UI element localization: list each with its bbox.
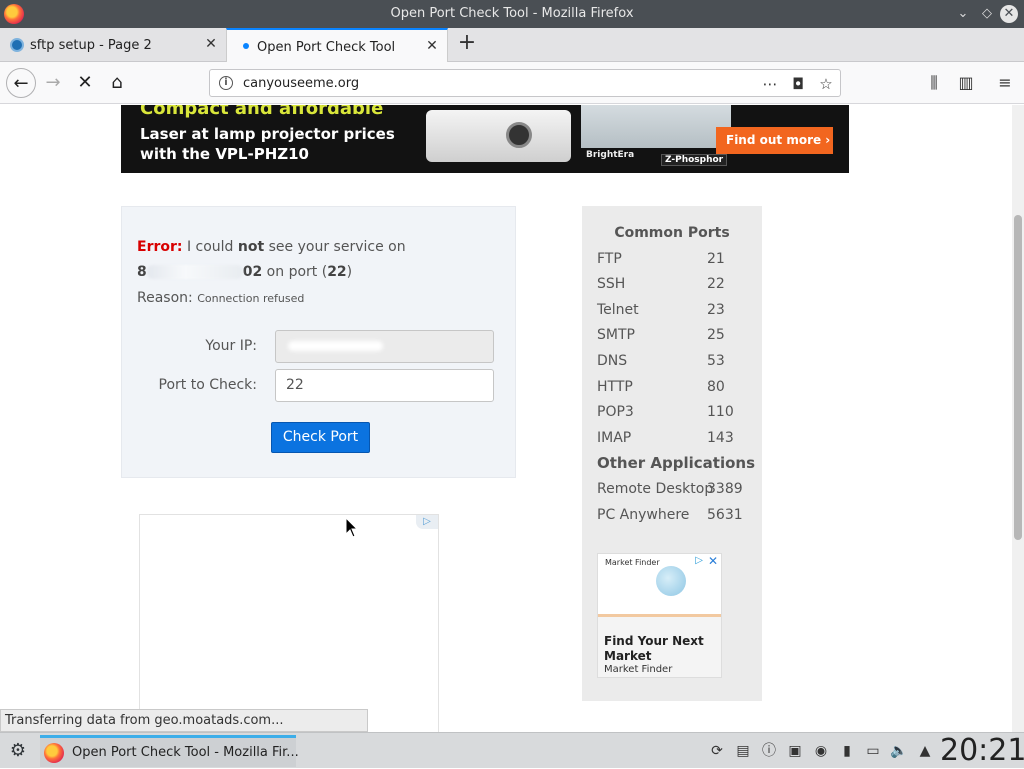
task-label: Open Port Check Tool - Mozilla Fir... xyxy=(72,745,299,760)
taskbar: ⚙ Open Port Check Tool - Mozilla Fir... … xyxy=(0,732,1024,768)
new-tab-button[interactable]: + xyxy=(455,32,479,56)
adchoices-icon[interactable]: ▷ xyxy=(695,555,703,566)
taskbar-firefox-task[interactable]: Open Port Check Tool - Mozilla Fir... xyxy=(40,735,299,767)
library-icon[interactable]: ⫼ xyxy=(922,72,946,96)
redacted-ip xyxy=(288,341,383,351)
adchoices-icon[interactable]: ▷ xyxy=(416,515,438,529)
url-bar[interactable]: i canyouseeme.org ⋯ ◘ ☆ xyxy=(209,69,841,97)
home-button[interactable]: ⌂ xyxy=(102,68,132,98)
your-ip-field[interactable] xyxy=(275,330,494,363)
network-icon[interactable]: ▭ xyxy=(864,742,882,760)
expand-tray-icon[interactable]: ▲ xyxy=(916,742,934,760)
side-ad[interactable]: Market Finder ▷ ✕ Find Your Next Market … xyxy=(597,553,722,678)
port-check-panel: Error: I could not see your service on 8… xyxy=(121,206,516,478)
site-favicon-icon xyxy=(10,38,24,52)
menu-hamburger-icon[interactable]: ≡ xyxy=(993,72,1017,96)
pocket-icon[interactable]: ◘ xyxy=(788,74,808,94)
maximize-icon[interactable]: ◇ xyxy=(978,5,996,23)
volume-icon[interactable]: 🔈 xyxy=(890,742,908,760)
find-out-more-button[interactable]: Find out more › xyxy=(716,127,833,154)
brightera-logo: BrightEra xyxy=(586,150,635,160)
info-tray-icon[interactable]: ⓘ xyxy=(760,742,778,760)
banner-headline: Compact and affordable xyxy=(140,105,384,119)
page-actions-icon[interactable]: ⋯ xyxy=(760,74,780,94)
error-message: Error: I could not see your service on xyxy=(137,239,406,255)
updates-icon[interactable]: ⟳ xyxy=(708,742,726,760)
page-content: Compact and affordable Laser at lamp pro… xyxy=(0,105,1012,732)
clipboard-icon[interactable]: ▤ xyxy=(734,742,752,760)
banner-line-2: with the VPL-PHZ10 xyxy=(140,145,309,163)
bookmark-star-icon[interactable]: ☆ xyxy=(816,74,836,94)
check-port-button[interactable]: Check Port xyxy=(271,422,370,453)
forward-button[interactable]: → xyxy=(38,68,68,98)
reason-line: Reason: Connection refused xyxy=(137,290,304,306)
tab-sftp-setup[interactable]: sftp setup - Page 2 ✕ xyxy=(0,28,226,62)
application-launcher-icon[interactable]: ⚙ xyxy=(8,741,28,761)
close-ad-icon[interactable]: ✕ xyxy=(708,554,718,568)
window-titlebar: Open Port Check Tool - Mozilla Firefox ⌄… xyxy=(0,0,1024,28)
your-ip-label: Your IP: xyxy=(205,338,257,354)
other-applications-title: Other Applications xyxy=(597,454,755,472)
scrollbar-thumb[interactable] xyxy=(1014,215,1022,540)
clock[interactable]: 20:21 xyxy=(940,733,1024,769)
sidebar-icon[interactable]: ▥ xyxy=(954,72,978,96)
tab-bar: sftp setup - Page 2 ✕ Open Port Check To… xyxy=(0,28,1024,62)
mouse-cursor-icon xyxy=(345,517,359,538)
close-tab-icon[interactable]: ✕ xyxy=(425,39,439,53)
side-ad-title: Find Your Next Market xyxy=(604,634,704,663)
side-ad-brand: Market Finder xyxy=(605,558,660,567)
classroom-image xyxy=(581,105,731,148)
battery-icon[interactable]: ▮ xyxy=(838,742,856,760)
banner-line-1: Laser at lamp projector prices xyxy=(140,125,395,143)
side-ad-source: Market Finder xyxy=(604,664,673,675)
zphosphor-logo: Z-Phosphor xyxy=(661,154,728,166)
reason-label: Reason: xyxy=(137,290,193,306)
ip-port-line: 8 02 on port (22) xyxy=(137,264,353,280)
stop-loading-button[interactable]: ✕ xyxy=(70,68,100,98)
notifications-icon[interactable]: ▣ xyxy=(786,742,804,760)
minimize-icon[interactable]: ⌄ xyxy=(954,5,972,23)
error-label: Error: xyxy=(137,239,183,255)
close-tab-icon[interactable]: ✕ xyxy=(204,37,218,51)
back-button[interactable]: ← xyxy=(6,68,36,98)
tab-open-port-check[interactable]: Open Port Check Tool ✕ xyxy=(226,28,448,62)
side-ad-image: Market Finder ▷ ✕ xyxy=(598,554,721,617)
redacted-ip xyxy=(146,265,243,279)
window-title: Open Port Check Tool - Mozilla Firefox xyxy=(390,6,634,21)
navigation-toolbar: ← → ✕ ⌂ i canyouseeme.org ⋯ ◘ ☆ ⫼ ▥ ≡ xyxy=(0,62,1024,104)
ip-lead: 8 xyxy=(137,264,147,280)
ad-placeholder[interactable]: ▷ xyxy=(139,514,439,732)
port-input[interactable]: 22 xyxy=(275,369,494,402)
firefox-icon xyxy=(44,743,64,763)
projector-image xyxy=(426,110,571,162)
port-to-check-label: Port to Check: xyxy=(158,377,258,393)
reason-value: Connection refused xyxy=(197,292,305,305)
banner-ad[interactable]: Compact and affordable Laser at lamp pro… xyxy=(121,105,849,173)
globe-icon xyxy=(656,566,686,596)
url-text[interactable]: canyouseeme.org xyxy=(243,76,359,91)
loading-dot-icon xyxy=(243,43,249,49)
checked-port: 22 xyxy=(327,264,347,280)
common-ports-title: Common Ports xyxy=(614,225,730,241)
vpn-icon[interactable]: ◉ xyxy=(812,742,830,760)
page-scrollbar[interactable] xyxy=(1012,105,1024,732)
projector-lens-image xyxy=(506,122,532,148)
tab-title: Open Port Check Tool xyxy=(257,40,396,55)
site-info-icon[interactable]: i xyxy=(219,76,233,90)
tab-title: sftp setup - Page 2 xyxy=(30,38,152,53)
close-window-button[interactable]: ✕ xyxy=(1000,5,1018,23)
status-bar: Transferring data from geo.moatads.com..… xyxy=(0,709,368,732)
ip-tail: 02 xyxy=(242,264,263,280)
